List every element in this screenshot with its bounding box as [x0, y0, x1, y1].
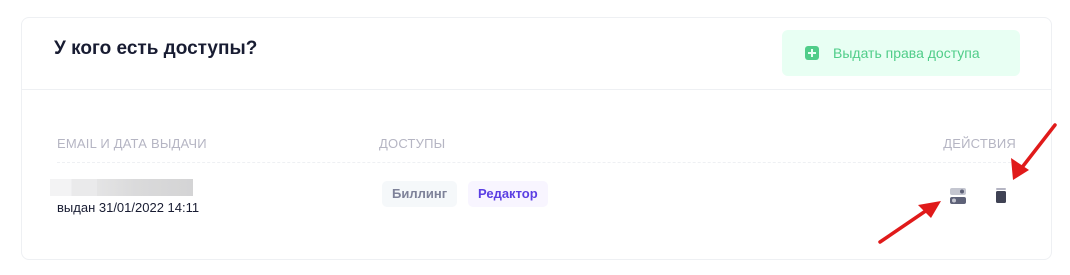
- badge-billing: Биллинг: [382, 181, 458, 207]
- toggle-settings-icon: [950, 188, 966, 204]
- edit-access-button[interactable]: [945, 183, 971, 209]
- card-header: У кого есть доступы? Выдать права доступ…: [22, 18, 1051, 90]
- grant-access-label: Выдать права доступа: [833, 45, 980, 61]
- column-header-actions: ДЕЙСТВИЯ: [943, 136, 1016, 151]
- grant-access-button[interactable]: Выдать права доступа: [782, 30, 1020, 76]
- plus-square-icon: [805, 46, 819, 60]
- badge-editor: Редактор: [468, 181, 548, 207]
- email-redacted: [50, 179, 193, 196]
- column-header-access: ДОСТУПЫ: [379, 136, 446, 151]
- trash-icon: [996, 188, 1006, 203]
- delete-access-button[interactable]: [988, 183, 1014, 209]
- issued-date: выдан 31/01/2022 14:11: [57, 200, 200, 215]
- access-card: У кого есть доступы? Выдать права доступ…: [21, 17, 1052, 260]
- column-header-email: EMAIL И ДАТА ВЫДАЧИ: [57, 136, 207, 151]
- page-title: У кого есть доступы?: [54, 38, 258, 59]
- table-header-divider: [57, 162, 1016, 163]
